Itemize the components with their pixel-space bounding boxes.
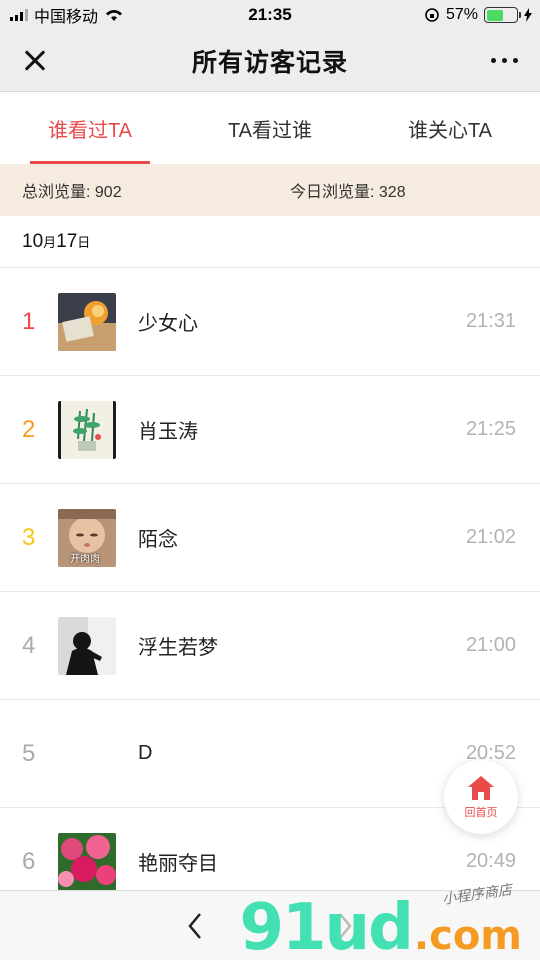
visit-time: 21:25	[465, 418, 516, 440]
status-time: 21:35	[248, 5, 292, 24]
home-button-label: 回首页	[464, 806, 498, 819]
list-item[interactable]: 2 肖玉涛 21:25	[0, 376, 540, 484]
orientation-lock-icon	[425, 8, 439, 22]
avatar	[58, 832, 116, 891]
charging-icon	[524, 8, 532, 22]
avatar	[58, 725, 116, 783]
rank-number: 4	[22, 631, 36, 659]
tab-who-cares-ta[interactable]: 谁关心TA	[360, 92, 540, 164]
more-icon[interactable]	[488, 58, 522, 63]
close-icon[interactable]	[18, 44, 52, 78]
rank-number: 2	[22, 415, 36, 443]
carrier-label: 中国移动	[34, 9, 99, 26]
avatar	[58, 400, 116, 459]
stats-bar: 总浏览量: 902 今日浏览量: 328	[0, 164, 540, 216]
visit-time: 21:00	[465, 634, 516, 656]
date-month-unit: 月	[43, 235, 57, 250]
nav-bar: 所有访客记录	[0, 30, 540, 92]
status-bar: 中国移动 21:35 57%	[0, 0, 540, 30]
rank-number: 6	[22, 847, 36, 875]
date-header: 10 月 17 日	[0, 216, 540, 268]
tab-ta-viewed-who[interactable]: TA看过谁	[180, 92, 360, 164]
status-right: 57%	[424, 6, 532, 24]
date-day: 17	[56, 230, 78, 252]
tab-who-viewed-ta[interactable]: 谁看过TA	[0, 92, 180, 164]
page-title: 所有访客记录	[191, 48, 348, 77]
visitor-name: D	[138, 742, 153, 764]
forward-arrow-icon[interactable]	[330, 911, 360, 941]
list-item[interactable]: 1 少女心 21:31	[0, 268, 540, 376]
visitor-name: 肖玉涛	[138, 421, 198, 443]
rank-number: 5	[22, 739, 36, 767]
battery-icon	[484, 7, 521, 23]
home-button[interactable]: 回首页	[444, 760, 518, 834]
visitor-name: 陌念	[138, 529, 178, 551]
rank-number: 1	[22, 307, 36, 335]
rank-number: 3	[22, 523, 36, 551]
visitor-name: 少女心	[138, 313, 198, 335]
today-views: 今日浏览量: 328	[290, 184, 406, 201]
total-views: 总浏览量: 902	[22, 184, 122, 201]
visit-time: 21:02	[465, 526, 516, 548]
visitor-name: 艳丽夺目	[138, 853, 218, 875]
bottom-nav-bar	[0, 890, 540, 960]
avatar: 开肉肉	[58, 508, 116, 567]
avatar-caption: 开肉肉	[70, 553, 100, 565]
back-arrow-icon[interactable]	[180, 911, 210, 941]
date-month: 10	[22, 230, 44, 252]
visit-time: 21:31	[465, 310, 516, 332]
visitor-name: 浮生若梦	[138, 637, 218, 659]
visit-time: 20:49	[465, 850, 516, 872]
status-left: 中国移动	[10, 3, 124, 27]
tab-bar: 谁看过TA TA看过谁 谁关心TA	[0, 92, 540, 164]
home-icon	[468, 775, 494, 800]
date-day-unit: 日	[77, 235, 91, 250]
signal-icon	[10, 9, 28, 21]
avatar	[58, 292, 116, 351]
list-item[interactable]: 3 开肉肉 陌念 21:02	[0, 484, 540, 592]
avatar	[58, 616, 116, 675]
battery-percent: 57%	[445, 6, 478, 23]
wifi-icon	[106, 10, 123, 21]
list-item[interactable]: 4 浮生若梦 21:00	[0, 592, 540, 700]
